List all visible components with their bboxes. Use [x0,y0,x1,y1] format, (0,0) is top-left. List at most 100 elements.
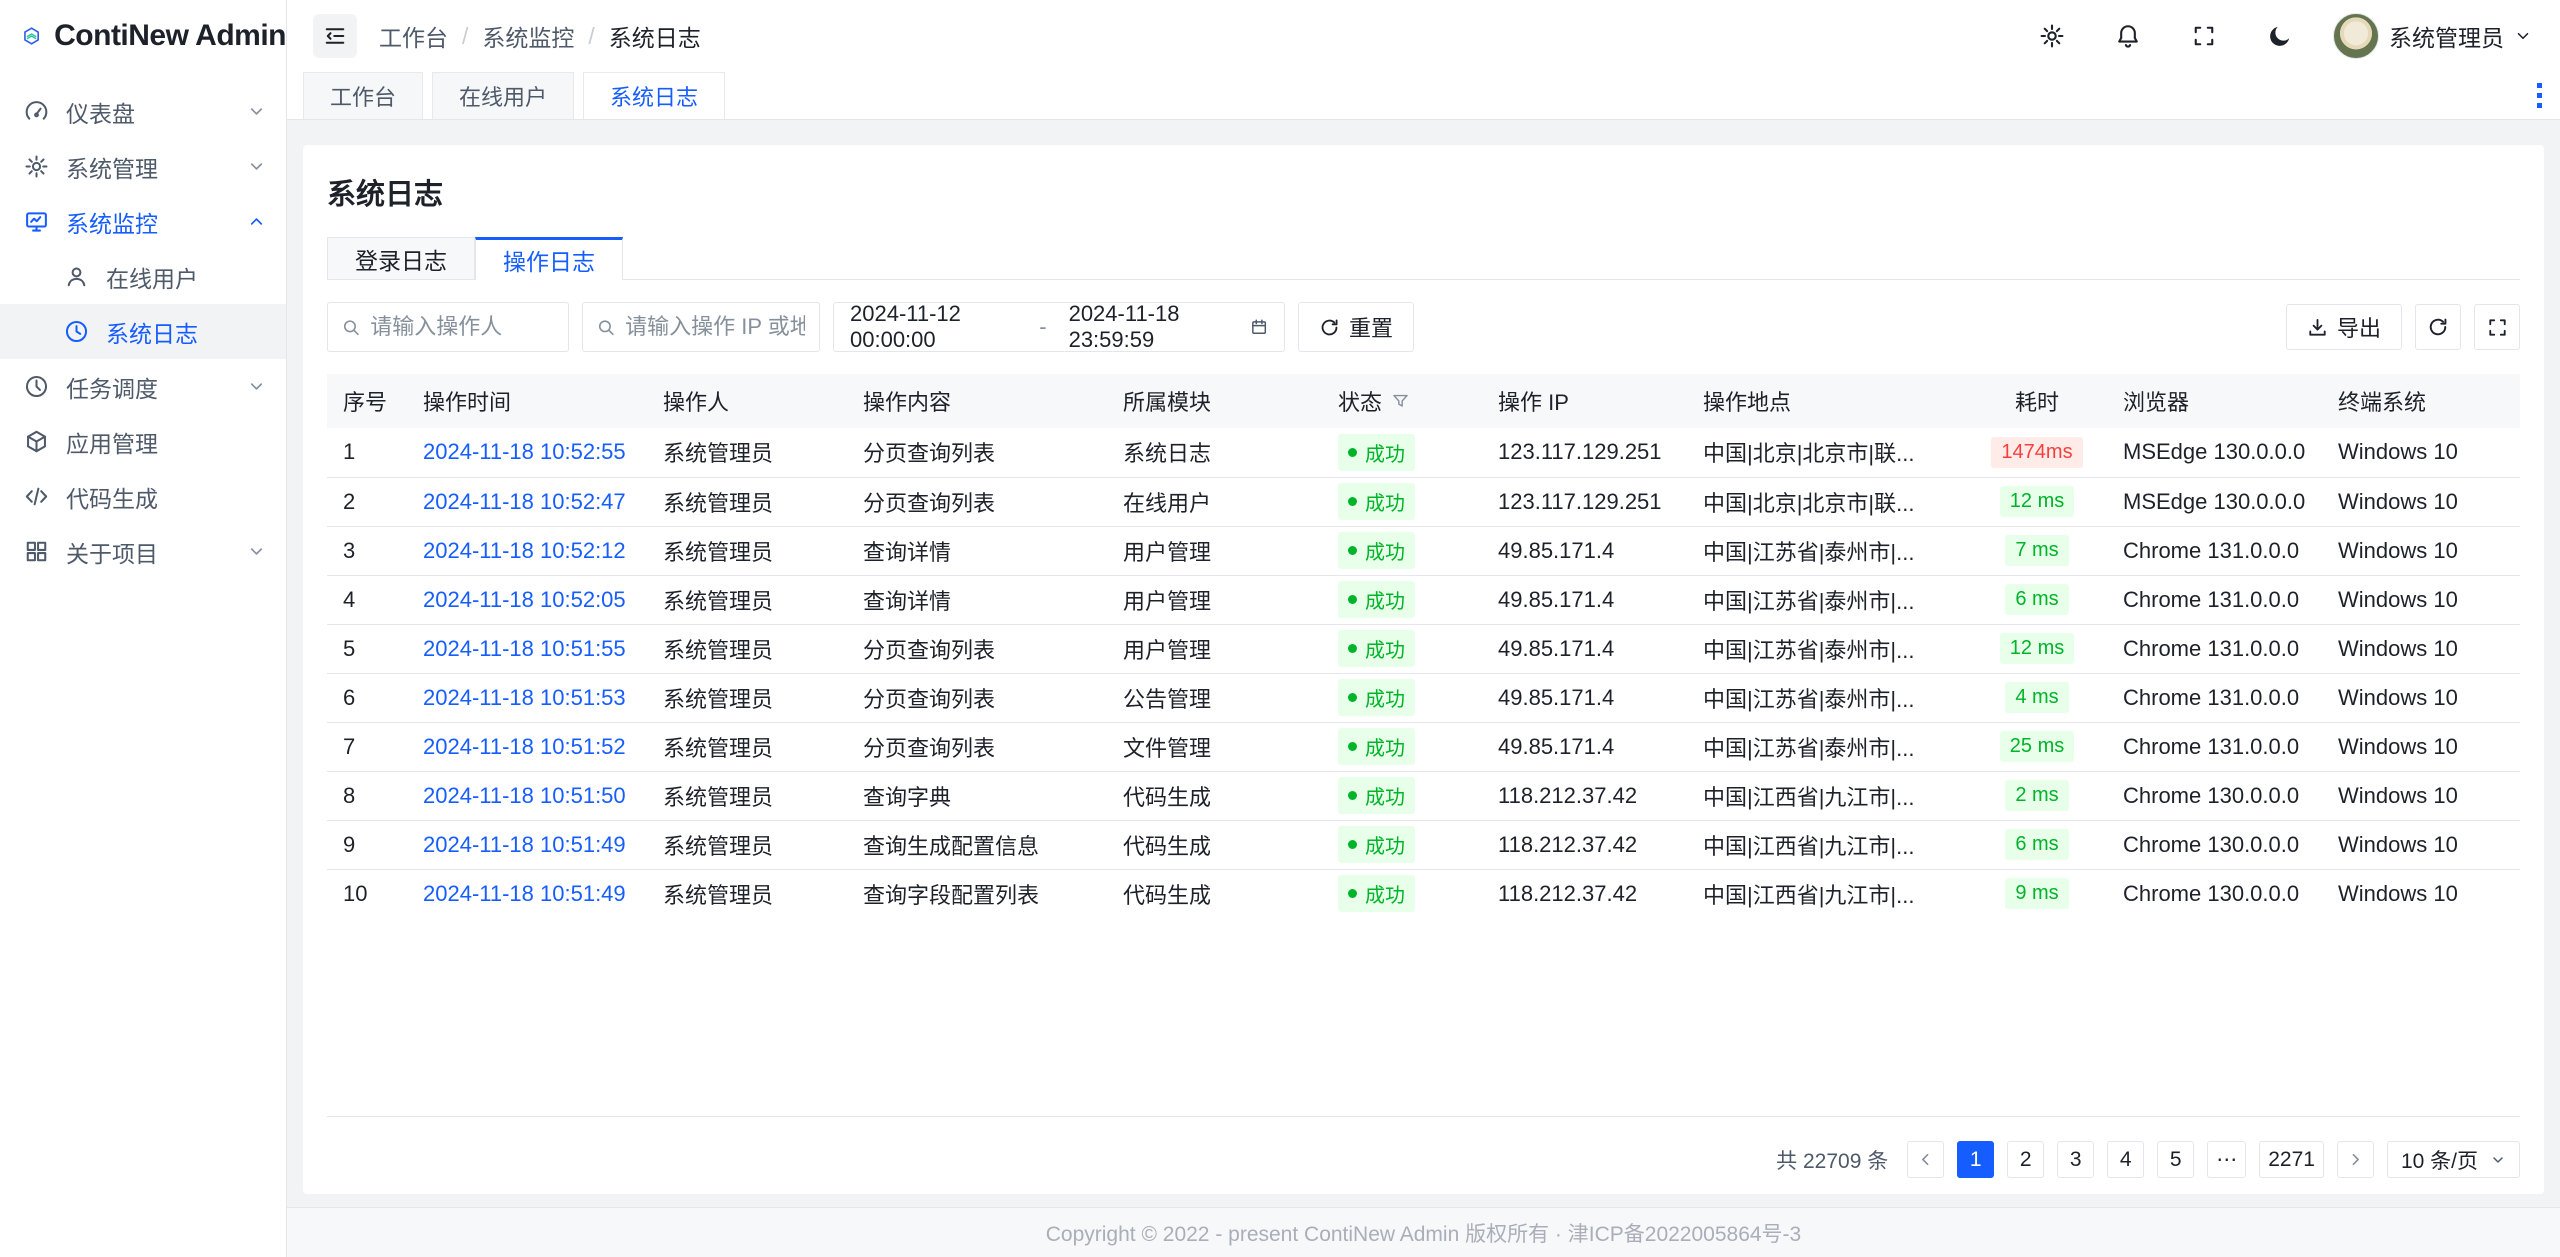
fullscreen-button[interactable] [2181,13,2227,59]
sidebar-item-system-log[interactable]: 系统日志 [0,304,286,359]
page-button[interactable]: 2 [2007,1141,2044,1178]
dark-mode-button[interactable] [2257,13,2303,59]
cell-status: 成功 [1322,771,1482,820]
log-time-link[interactable]: 2024-11-18 10:51:50 [423,783,626,808]
cell-duration: 6 ms [1967,820,2107,869]
cell-operator: 系统管理员 [647,820,847,869]
sidebar-menu: 仪表盘 系统管理 系统监控 在线用户 系统日志 [0,72,286,579]
cell-ip: 123.117.129.251 [1482,477,1687,526]
duration-tag: 2 ms [2005,780,2068,811]
cell-location: 中国|北京|北京市|联... [1687,477,1967,526]
sidebar-item-task-scheduler[interactable]: 任务调度 [0,359,286,414]
cell-ip: 49.85.171.4 [1482,673,1687,722]
tab-online-users[interactable]: 在线用户 [432,72,574,119]
col-operator: 操作人 [647,374,847,428]
sidebar-item-dashboard[interactable]: 仪表盘 [0,84,286,139]
status-badge: 成功 [1338,532,1415,569]
log-time-link[interactable]: 2024-11-18 10:51:49 [423,881,626,906]
fullscreen-icon [2192,24,2216,48]
page-ellipsis-button[interactable]: ⋯ [2207,1141,2246,1178]
cell-operator: 系统管理员 [647,771,847,820]
breadcrumb-item[interactable]: 工作台 [379,19,448,53]
page-button[interactable]: 4 [2107,1141,2144,1178]
export-button[interactable]: 导出 [2286,304,2402,350]
cell-location: 中国|江苏省|泰州市|... [1687,673,1967,722]
tabs-more-button[interactable] [2519,72,2560,119]
table-row: 3 2024-11-18 10:52:12 系统管理员 查询详情 用户管理 成功… [327,526,2520,575]
log-time-link[interactable]: 2024-11-18 10:52:55 [423,439,626,464]
breadcrumb-item[interactable]: 系统监控 [482,19,574,53]
log-time-link[interactable]: 2024-11-18 10:51:52 [423,734,626,759]
ip-search-box [582,302,820,352]
table-row: 9 2024-11-18 10:51:49 系统管理员 查询生成配置信息 代码生… [327,820,2520,869]
table-header-row: 序号 操作时间 操作人 操作内容 所属模块 状态 [327,374,2520,428]
page-button[interactable]: 3 [2057,1141,2094,1178]
log-time-link[interactable]: 2024-11-18 10:52:05 [423,587,626,612]
sidebar-item-system-management[interactable]: 系统管理 [0,139,286,194]
user-avatar [2333,13,2379,59]
filter-funnel-icon[interactable] [1391,392,1410,411]
col-location: 操作地点 [1687,374,1967,428]
expand-table-button[interactable] [2474,304,2520,350]
cell-location: 中国|江西省|九江市|... [1687,771,1967,820]
next-page-button[interactable] [2337,1141,2374,1178]
cell-content: 分页查询列表 [847,477,1107,526]
ip-search-input[interactable] [625,314,805,340]
prev-page-button[interactable] [1907,1141,1944,1178]
log-time-link[interactable]: 2024-11-18 10:51:49 [423,832,626,857]
duration-tag: 12 ms [2000,633,2074,664]
tab-operation-log[interactable]: 操作日志 [475,237,623,280]
cell-operator: 系统管理员 [647,869,847,918]
date-range-picker[interactable]: 2024-11-12 00:00:00 - 2024-11-18 23:59:5… [833,302,1285,352]
date-start-value: 2024-11-12 00:00:00 [850,301,1017,353]
cell-index: 3 [327,526,407,575]
status-badge: 成功 [1338,875,1415,912]
status-badge: 成功 [1338,777,1415,814]
reset-button[interactable]: 重置 [1298,302,1414,352]
bell-icon [2115,23,2141,49]
operator-search-input[interactable] [370,314,554,340]
cell-module: 用户管理 [1107,575,1322,624]
cell-index: 9 [327,820,407,869]
tab-system-log[interactable]: 系统日志 [583,72,725,119]
cell-content: 查询字典 [847,771,1107,820]
user-menu[interactable]: 系统管理员 [2333,13,2532,59]
refresh-table-button[interactable] [2415,304,2461,350]
log-time-link[interactable]: 2024-11-18 10:51:53 [423,685,626,710]
logo[interactable]: ContiNew Admin [0,0,286,72]
notifications-button[interactable] [2105,13,2151,59]
page-button[interactable]: 2271 [2259,1141,2324,1178]
sidebar-item-online-users[interactable]: 在线用户 [0,249,286,304]
app-root: ContiNew Admin 仪表盘 系统管理 系统监控 在线用户 [0,0,2560,1257]
chevron-down-icon [247,102,266,121]
pagination-total: 共 22709 条 [1776,1145,1888,1175]
cell-status: 成功 [1322,722,1482,771]
vertical-dots-icon [2537,83,2542,108]
log-time-link[interactable]: 2024-11-18 10:52:47 [423,489,626,514]
duration-tag: 6 ms [2005,829,2068,860]
status-badge: 成功 [1338,679,1415,716]
log-time-link[interactable]: 2024-11-18 10:51:55 [423,636,626,661]
log-time-link[interactable]: 2024-11-18 10:52:12 [423,538,626,563]
sidebar-item-app-management[interactable]: 应用管理 [0,414,286,469]
log-table: 序号 操作时间 操作人 操作内容 所属模块 状态 [327,374,2520,918]
settings-button[interactable] [2029,13,2075,59]
cell-browser: MSEdge 130.0.0.0 [2107,477,2322,526]
page-button[interactable]: 1 [1957,1141,1994,1178]
duration-tag: 7 ms [2005,535,2068,566]
sidebar-item-system-monitor[interactable]: 系统监控 [0,194,286,249]
tab-login-log[interactable]: 登录日志 [327,237,475,279]
cell-module: 代码生成 [1107,869,1322,918]
sidebar-item-about-project[interactable]: 关于项目 [0,524,286,579]
cell-operator: 系统管理员 [647,673,847,722]
log-table-wrapper: 序号 操作时间 操作人 操作内容 所属模块 状态 [327,374,2520,1117]
sidebar-collapse-button[interactable] [313,14,357,58]
cell-status: 成功 [1322,869,1482,918]
cell-os: Windows 10 [2322,673,2520,722]
sidebar-item-code-generation[interactable]: 代码生成 [0,469,286,524]
tab-workbench[interactable]: 工作台 [303,72,423,119]
page-button[interactable]: 5 [2157,1141,2194,1178]
cell-content: 查询生成配置信息 [847,820,1107,869]
cell-ip: 49.85.171.4 [1482,526,1687,575]
page-size-select[interactable]: 10 条/页 [2387,1141,2520,1178]
